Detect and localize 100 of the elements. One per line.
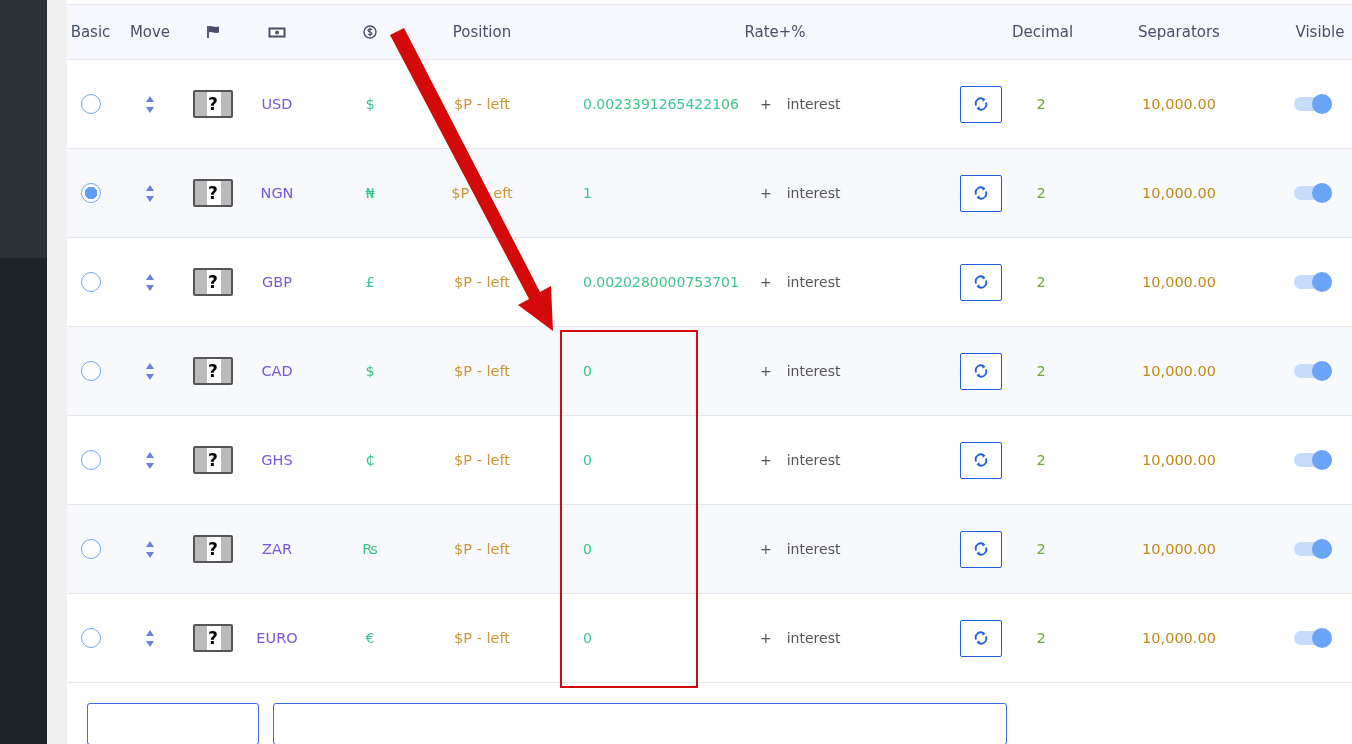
rate-value: 0 bbox=[583, 630, 592, 646]
currency-code: ZAR bbox=[261, 541, 293, 557]
currency-symbol: ₵ bbox=[364, 452, 376, 468]
column-header: Basic bbox=[69, 23, 112, 41]
separator-format: 10,000.00 bbox=[1141, 274, 1217, 290]
decimal-value: 2 bbox=[1035, 452, 1047, 468]
currency-symbol: ₦ bbox=[364, 185, 376, 201]
visibility-toggle[interactable] bbox=[1294, 631, 1332, 645]
decimal-value: 2 bbox=[1035, 185, 1047, 201]
refresh-rate-button[interactable] bbox=[960, 174, 1002, 212]
radio-button[interactable] bbox=[80, 539, 101, 559]
rate-value: 0 bbox=[583, 363, 592, 379]
separator-format: 10,000.00 bbox=[1141, 541, 1217, 557]
radio-button[interactable] bbox=[80, 450, 101, 470]
refresh-icon bbox=[974, 541, 988, 557]
separator-format: 10,000.00 bbox=[1141, 185, 1217, 201]
refresh-icon bbox=[974, 274, 988, 290]
visibility-toggle[interactable] bbox=[1294, 364, 1332, 378]
radio-button[interactable] bbox=[80, 361, 101, 381]
currency-symbol: ₨ bbox=[361, 541, 379, 557]
refresh-icon bbox=[974, 185, 988, 201]
plus-sign: + bbox=[760, 630, 772, 646]
missing-flag-image: ? bbox=[193, 357, 233, 385]
currency-code: GBP bbox=[261, 274, 293, 290]
rate-value: 0 bbox=[583, 541, 592, 557]
dollar-coin-icon bbox=[363, 25, 377, 39]
visibility-toggle[interactable] bbox=[1294, 186, 1332, 200]
flag-icon bbox=[205, 25, 221, 39]
sort-arrows-icon[interactable] bbox=[146, 362, 154, 380]
refresh-rate-button[interactable] bbox=[960, 441, 1002, 479]
rate-value: 0.0023391265422106 bbox=[583, 96, 739, 112]
currency-code: CAD bbox=[260, 363, 294, 379]
currency-code: EURO bbox=[255, 630, 299, 646]
currency-code: GHS bbox=[260, 452, 294, 468]
currency-symbol: € bbox=[364, 630, 376, 646]
separator-format: 10,000.00 bbox=[1141, 363, 1217, 379]
plus-sign: + bbox=[760, 96, 772, 112]
decimal-value: 2 bbox=[1035, 541, 1047, 557]
refresh-rate-button[interactable] bbox=[960, 85, 1002, 123]
visibility-toggle[interactable] bbox=[1294, 97, 1332, 111]
symbol-position: $P - left bbox=[453, 274, 511, 290]
refresh-icon bbox=[974, 363, 988, 379]
plus-sign: + bbox=[760, 185, 772, 201]
action-button[interactable] bbox=[273, 703, 1007, 744]
missing-flag-image: ? bbox=[193, 90, 233, 118]
interest-field: interest bbox=[786, 185, 841, 201]
missing-flag-image: ? bbox=[193, 446, 233, 474]
currency-code: NGN bbox=[259, 185, 295, 201]
refresh-rate-button[interactable] bbox=[960, 619, 1002, 657]
radio-button[interactable] bbox=[80, 183, 101, 203]
plus-sign: + bbox=[760, 452, 772, 468]
plus-sign: + bbox=[760, 274, 772, 290]
sort-arrows-icon[interactable] bbox=[146, 95, 154, 113]
decimal-value: 2 bbox=[1035, 96, 1047, 112]
refresh-rate-button[interactable] bbox=[960, 352, 1002, 390]
rate-value: 0.0020280000753701 bbox=[583, 274, 739, 290]
rate-value: 0 bbox=[583, 452, 592, 468]
column-header: Separators bbox=[1137, 23, 1221, 41]
symbol-position: $P - left bbox=[453, 363, 511, 379]
decimal-value: 2 bbox=[1035, 630, 1047, 646]
sort-arrows-icon[interactable] bbox=[146, 451, 154, 469]
symbol-position: $P - left bbox=[453, 541, 511, 557]
plus-sign: + bbox=[760, 363, 772, 379]
refresh-rate-button[interactable] bbox=[960, 263, 1002, 301]
action-button[interactable] bbox=[87, 703, 259, 744]
sort-arrows-icon[interactable] bbox=[146, 273, 154, 291]
visibility-toggle[interactable] bbox=[1294, 453, 1332, 467]
symbol-position: $P - left bbox=[453, 630, 511, 646]
column-header: Rate+% bbox=[743, 23, 807, 41]
sort-arrows-icon[interactable] bbox=[146, 629, 154, 647]
separator-format: 10,000.00 bbox=[1141, 630, 1217, 646]
refresh-icon bbox=[974, 452, 988, 468]
radio-button[interactable] bbox=[80, 628, 101, 648]
currency-code: USD bbox=[260, 96, 294, 112]
separator-format: 10,000.00 bbox=[1141, 96, 1217, 112]
radio-button[interactable] bbox=[80, 94, 101, 114]
column-header: Move bbox=[128, 23, 172, 41]
visibility-toggle[interactable] bbox=[1294, 275, 1332, 289]
sort-arrows-icon[interactable] bbox=[146, 184, 154, 202]
visibility-toggle[interactable] bbox=[1294, 542, 1332, 556]
currency-symbol: $ bbox=[364, 96, 376, 112]
refresh-rate-button[interactable] bbox=[960, 530, 1002, 568]
plus-sign: + bbox=[760, 541, 772, 557]
column-header: Decimal bbox=[1012, 23, 1070, 41]
missing-flag-image: ? bbox=[193, 535, 233, 563]
interest-field: interest bbox=[786, 274, 841, 290]
interest-field: interest bbox=[786, 630, 841, 646]
refresh-icon bbox=[974, 630, 988, 646]
radio-button[interactable] bbox=[80, 272, 101, 292]
symbol-position: $P - left bbox=[453, 96, 511, 112]
banknote-icon bbox=[268, 26, 286, 38]
missing-flag-image: ? bbox=[193, 268, 233, 296]
sort-arrows-icon[interactable] bbox=[146, 540, 154, 558]
missing-flag-image: ? bbox=[193, 624, 233, 652]
interest-field: interest bbox=[786, 363, 841, 379]
rate-value: 1 bbox=[583, 185, 592, 201]
separator-format: 10,000.00 bbox=[1141, 452, 1217, 468]
interest-field: interest bbox=[786, 541, 841, 557]
column-header: Position bbox=[451, 23, 513, 41]
decimal-value: 2 bbox=[1035, 274, 1047, 290]
